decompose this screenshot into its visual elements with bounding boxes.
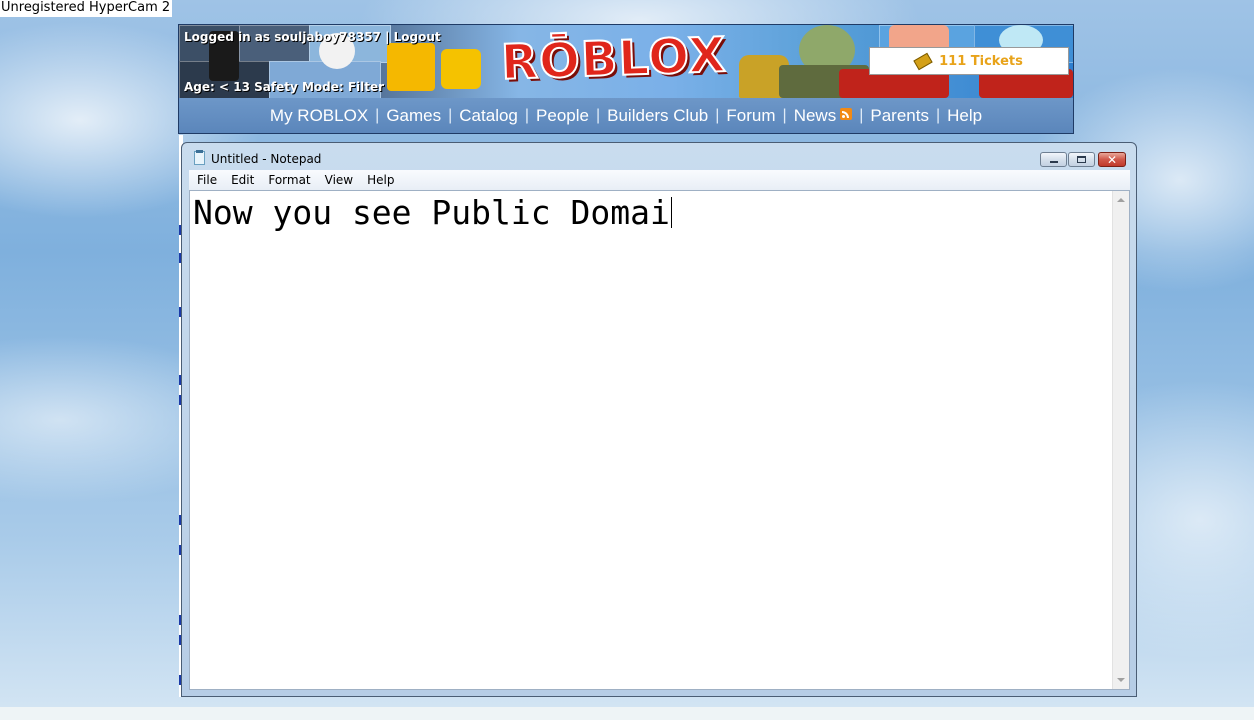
scroll-up-icon[interactable] bbox=[1117, 198, 1125, 202]
vertical-scrollbar[interactable] bbox=[1112, 191, 1129, 689]
logged-in-status[interactable]: Logged in as souljaboy78357 | Logout bbox=[184, 30, 441, 44]
notepad-app-icon[interactable] bbox=[194, 150, 205, 165]
menu-view[interactable]: View bbox=[318, 173, 360, 187]
nav-my-roblox[interactable]: My ROBLOX bbox=[270, 106, 368, 126]
bottom-edge bbox=[0, 707, 1254, 720]
tickets-balance[interactable]: 111 Tickets bbox=[869, 47, 1069, 75]
nav-separator: | bbox=[782, 106, 787, 124]
nav-people[interactable]: People bbox=[536, 106, 589, 126]
nav-games[interactable]: Games bbox=[386, 106, 441, 126]
roblox-nav-bar: My ROBLOX | Games | Catalog | People | B… bbox=[179, 98, 1073, 133]
nav-separator: | bbox=[595, 106, 601, 124]
character-figure bbox=[441, 49, 481, 89]
notepad-text: Now you see Public Domai bbox=[193, 193, 672, 233]
notepad-text-content: Now you see Public Domai bbox=[193, 193, 670, 232]
minimize-button[interactable] bbox=[1040, 152, 1067, 167]
character-figure bbox=[387, 43, 435, 91]
notepad-window: Untitled - Notepad ✕ File Edit Format Vi… bbox=[181, 142, 1137, 697]
nav-parents[interactable]: Parents bbox=[870, 106, 929, 126]
nav-builders-club[interactable]: Builders Club bbox=[607, 106, 708, 126]
close-icon: ✕ bbox=[1106, 152, 1118, 167]
menu-format[interactable]: Format bbox=[261, 173, 317, 187]
ticket-icon bbox=[913, 52, 933, 70]
nav-separator: | bbox=[448, 106, 453, 124]
roblox-header: Logged in as souljaboy78357 | Logout Age… bbox=[178, 24, 1074, 134]
nav-separator: | bbox=[859, 106, 864, 124]
maximize-button[interactable] bbox=[1068, 152, 1095, 167]
nav-catalog[interactable]: Catalog bbox=[459, 106, 518, 126]
menu-edit[interactable]: Edit bbox=[224, 173, 261, 187]
text-caret bbox=[670, 197, 672, 228]
nav-forum[interactable]: Forum bbox=[726, 106, 775, 126]
notepad-title-bar[interactable]: Untitled - Notepad ✕ bbox=[182, 143, 1136, 171]
nav-separator: | bbox=[935, 106, 941, 124]
tickets-label: 111 Tickets bbox=[939, 53, 1023, 69]
notepad-menu-bar: File Edit Format View Help bbox=[189, 170, 1130, 191]
roblox-logo[interactable]: RŌBLOX bbox=[499, 26, 728, 92]
age-safety-status: Age: < 13 Safety Mode: Filter bbox=[184, 80, 385, 94]
nav-separator: | bbox=[375, 106, 380, 124]
nav-news-label: News bbox=[793, 105, 837, 125]
roblox-banner: Logged in as souljaboy78357 | Logout Age… bbox=[179, 25, 1073, 98]
recorder-watermark: Unregistered HyperCam 2 bbox=[0, 0, 173, 17]
nav-help[interactable]: Help bbox=[947, 106, 982, 126]
nav-news[interactable]: News bbox=[794, 106, 853, 126]
nav-separator: | bbox=[715, 106, 720, 124]
nav-separator: | bbox=[524, 106, 530, 124]
scroll-down-icon[interactable] bbox=[1117, 678, 1125, 682]
notepad-text-area[interactable]: Now you see Public Domai bbox=[189, 190, 1130, 690]
window-title: Untitled - Notepad bbox=[211, 152, 322, 166]
menu-file[interactable]: File bbox=[189, 173, 224, 187]
minimize-icon bbox=[1049, 160, 1058, 163]
desktop-screen: Unregistered HyperCam 2 Logged in as sou… bbox=[0, 0, 1254, 720]
rss-feed-icon[interactable] bbox=[840, 107, 853, 120]
menu-help[interactable]: Help bbox=[360, 173, 401, 187]
close-button[interactable]: ✕ bbox=[1098, 152, 1126, 167]
maximize-icon bbox=[1077, 156, 1086, 163]
